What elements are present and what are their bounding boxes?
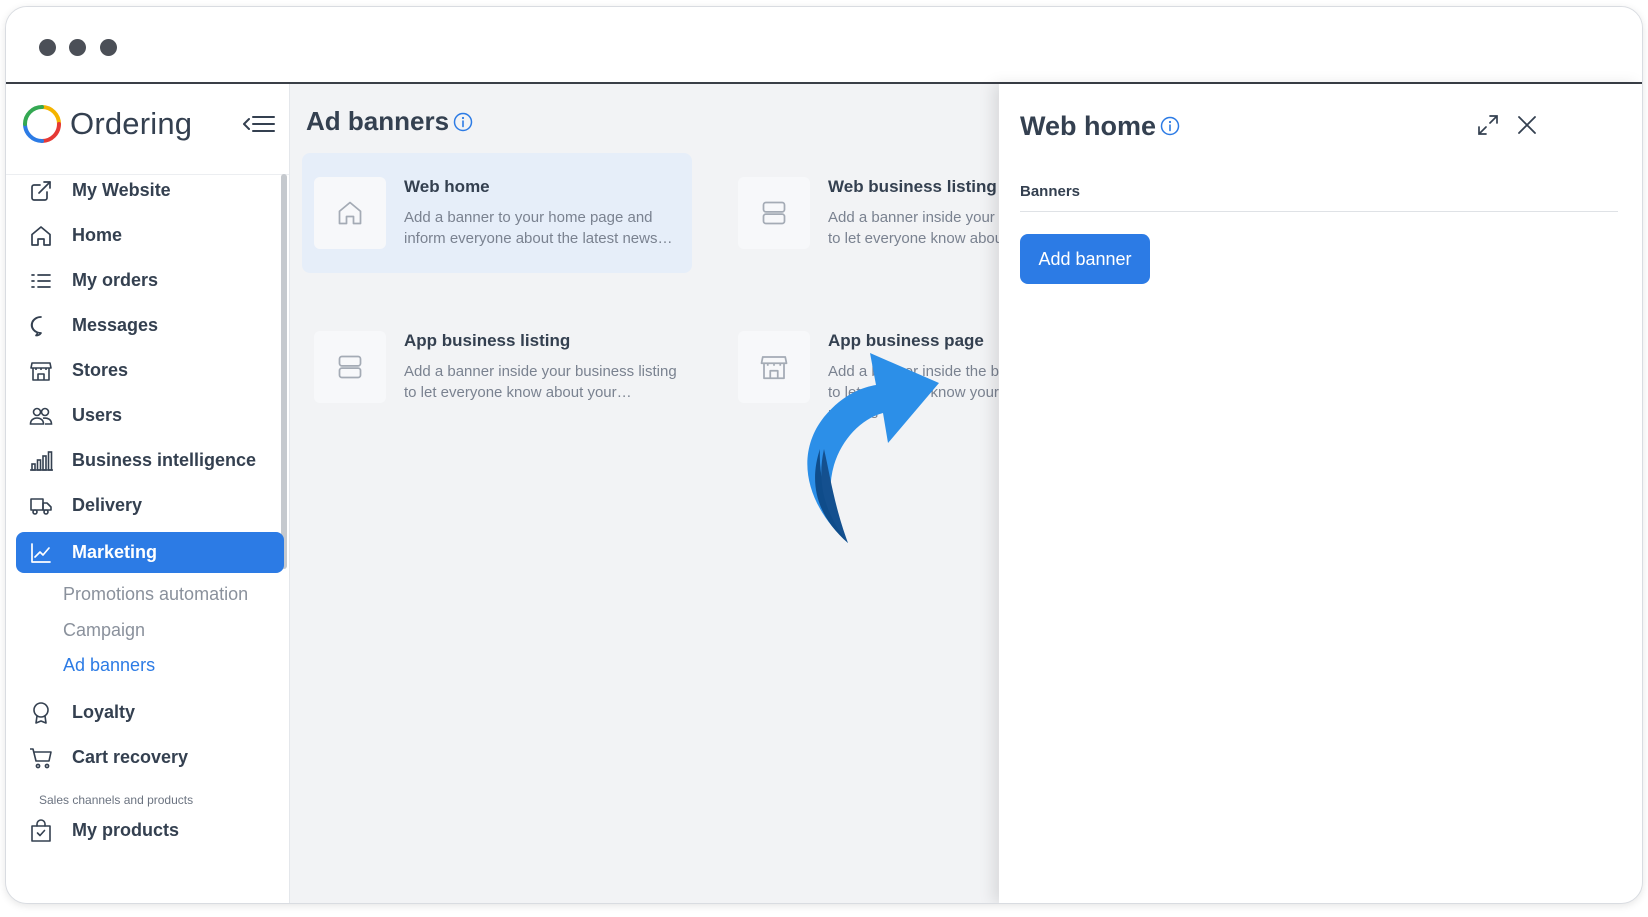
card-description: Add a banner to your home page and infor… bbox=[404, 209, 673, 247]
expand-icon[interactable] bbox=[1473, 110, 1503, 140]
info-icon[interactable] bbox=[1160, 116, 1180, 136]
close-icon[interactable] bbox=[1512, 110, 1542, 140]
sidebar-item-label: Users bbox=[72, 405, 123, 425]
banner-card-web-home[interactable]: Web home Add a banner to your home page … bbox=[302, 153, 692, 273]
bag-check-icon bbox=[28, 818, 54, 844]
tutorial-arrow-icon bbox=[807, 353, 939, 543]
ordering-logo-icon bbox=[23, 105, 61, 143]
card-title: Web home bbox=[404, 177, 490, 196]
external-link-icon bbox=[28, 178, 54, 204]
sidebar-item-label: Stores bbox=[72, 360, 129, 380]
sidebar-item-stores[interactable]: Stores bbox=[16, 350, 284, 391]
sidebar-item-label: Messages bbox=[72, 315, 159, 335]
brand-logo[interactable]: Ordering bbox=[22, 102, 192, 146]
sidebar-item-delivery[interactable]: Delivery bbox=[16, 485, 284, 526]
browser-window: Ordering My Website Home My orders Messa… bbox=[5, 6, 1643, 904]
brand-name: Ordering bbox=[70, 106, 193, 141]
sidebar-item-my-orders[interactable]: My orders bbox=[16, 260, 284, 301]
sidebar-item-label: Marketing bbox=[72, 542, 158, 562]
sidebar-item-label: Home bbox=[72, 225, 123, 245]
sidebar-item-loyalty[interactable]: Loyalty bbox=[16, 692, 284, 733]
sidebar-subitem-promotions-automation[interactable]: Promotions automation bbox=[63, 584, 248, 605]
window-titlebar bbox=[6, 7, 1642, 84]
shop-icon bbox=[760, 356, 788, 380]
sidebar-item-label: Cart recovery bbox=[72, 747, 189, 767]
card-thumbnail bbox=[314, 177, 386, 249]
chat-icon bbox=[28, 313, 54, 339]
sidebar-item-business-intelligence[interactable]: Business intelligence bbox=[16, 440, 284, 481]
card-thumbnail bbox=[738, 177, 810, 249]
window-minimize-dot[interactable] bbox=[69, 39, 86, 56]
sidebar-subitem-ad-banners[interactable]: Ad banners bbox=[63, 655, 155, 676]
shop-icon bbox=[28, 358, 54, 384]
sidebar-item-label: My Website bbox=[72, 180, 171, 200]
sidebar-section-label: Sales channels and products bbox=[39, 793, 194, 807]
sidebar-item-marketing[interactable]: Marketing bbox=[16, 532, 284, 573]
sidebar-item-my-products[interactable]: My products bbox=[16, 810, 284, 851]
award-icon bbox=[28, 700, 54, 726]
sidebar-item-home[interactable]: Home bbox=[16, 215, 284, 256]
sidebar: Ordering My Website Home My orders Messa… bbox=[6, 84, 290, 903]
add-banner-button[interactable]: Add banner bbox=[1020, 234, 1150, 284]
users-icon bbox=[28, 403, 54, 429]
line-chart-icon bbox=[28, 540, 54, 566]
tab-banners[interactable]: Banners bbox=[1020, 183, 1080, 200]
page-title: Ad banners bbox=[306, 106, 450, 136]
sidebar-item-label: My products bbox=[72, 820, 180, 840]
tab-divider bbox=[1020, 211, 1618, 212]
card-title: Web business listing bbox=[828, 177, 997, 196]
card-description: Add a banner inside your business listin… bbox=[404, 363, 677, 401]
sidebar-item-messages[interactable]: Messages bbox=[16, 305, 284, 346]
bar-chart-icon bbox=[28, 448, 54, 474]
cart-icon bbox=[28, 745, 54, 771]
panel-title: Web home bbox=[1020, 111, 1157, 141]
home-icon bbox=[28, 223, 54, 249]
list-layout-icon bbox=[338, 355, 362, 379]
sidebar-item-users[interactable]: Users bbox=[16, 395, 284, 436]
truck-icon bbox=[28, 493, 54, 519]
banner-card-app-business-listing[interactable]: App business listing Add a banner inside… bbox=[302, 307, 692, 427]
list-icon bbox=[28, 268, 54, 294]
info-icon[interactable] bbox=[453, 112, 473, 132]
window-close-dot[interactable] bbox=[39, 39, 56, 56]
sidebar-item-label: Delivery bbox=[72, 495, 143, 515]
list-layout-icon bbox=[762, 201, 786, 225]
collapse-sidebar-icon[interactable] bbox=[242, 112, 276, 136]
sidebar-item-my-website[interactable]: My Website bbox=[16, 170, 284, 211]
home-icon bbox=[338, 201, 362, 225]
sidebar-subitem-campaign[interactable]: Campaign bbox=[63, 620, 145, 641]
card-title: App business listing bbox=[404, 331, 571, 350]
card-thumbnail bbox=[314, 331, 386, 403]
sidebar-item-cart-recovery[interactable]: Cart recovery bbox=[16, 737, 284, 778]
sidebar-item-label: Business intelligence bbox=[72, 450, 257, 470]
sidebar-item-label: Loyalty bbox=[72, 702, 136, 722]
banner-detail-panel: Web home Banners Add banner bbox=[999, 84, 1642, 903]
sidebar-item-label: My orders bbox=[72, 270, 159, 290]
window-zoom-dot[interactable] bbox=[100, 39, 117, 56]
